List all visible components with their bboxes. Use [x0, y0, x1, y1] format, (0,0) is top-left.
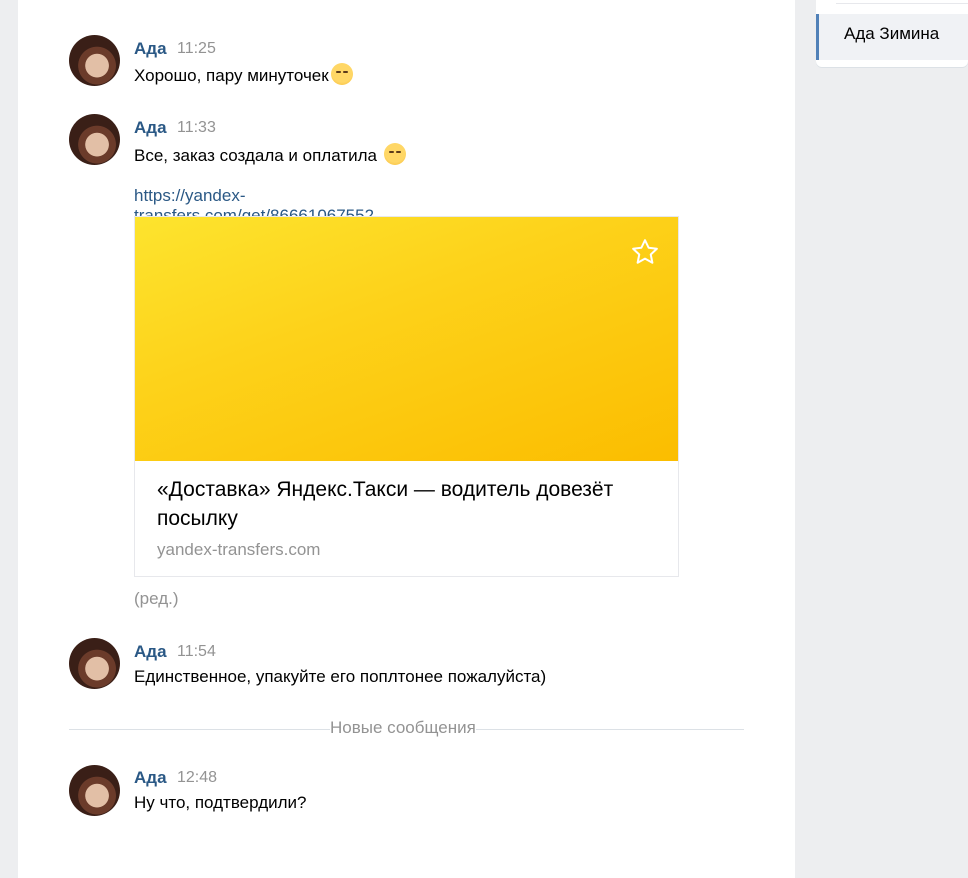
avatar[interactable] [69, 35, 120, 86]
message-author[interactable]: Ада [134, 768, 167, 788]
avatar[interactable] [69, 114, 120, 165]
avatar[interactable] [69, 638, 120, 689]
link-preview-card[interactable]: «Доставка» Яндекс.Такси — водитель довез… [134, 216, 679, 577]
link-preview-image [135, 217, 678, 461]
relieved-face-icon [383, 143, 406, 165]
sidebar: Ада Зимина [816, 0, 968, 67]
avatar[interactable] [69, 765, 120, 816]
hugging-face-icon [330, 63, 353, 85]
message-time[interactable]: 11:54 [177, 643, 216, 661]
link-preview-domain: yandex-transfers.com [157, 540, 321, 559]
message-author[interactable]: Ада [134, 39, 167, 59]
message-text: Все, заказ создала и оплатила [134, 143, 406, 166]
edited-label: (ред.) [134, 589, 179, 608]
message-time[interactable]: 11:33 [177, 119, 216, 137]
sidebar-item-label: Ада Зимина [844, 24, 940, 43]
star-icon[interactable] [630, 237, 660, 267]
message-author[interactable]: Ада [134, 118, 167, 138]
message-time[interactable]: 11:25 [177, 40, 216, 58]
message-time[interactable]: 12:48 [177, 769, 217, 787]
new-messages-label: Новые сообщения [330, 718, 476, 738]
sidebar-item-ada-zimina[interactable]: Ада Зимина [816, 14, 968, 60]
message-text: Ну что, подтвердили? [134, 793, 307, 812]
message-text: Хорошо, пару минуточек [134, 63, 353, 86]
message-text: Единственное, упакуйте его поплтонее пож… [134, 667, 547, 686]
link-preview-title[interactable]: «Доставка» Яндекс.Такси — водитель довез… [157, 475, 667, 533]
sidebar-divider [836, 3, 968, 4]
message-author[interactable]: Ада [134, 642, 167, 662]
